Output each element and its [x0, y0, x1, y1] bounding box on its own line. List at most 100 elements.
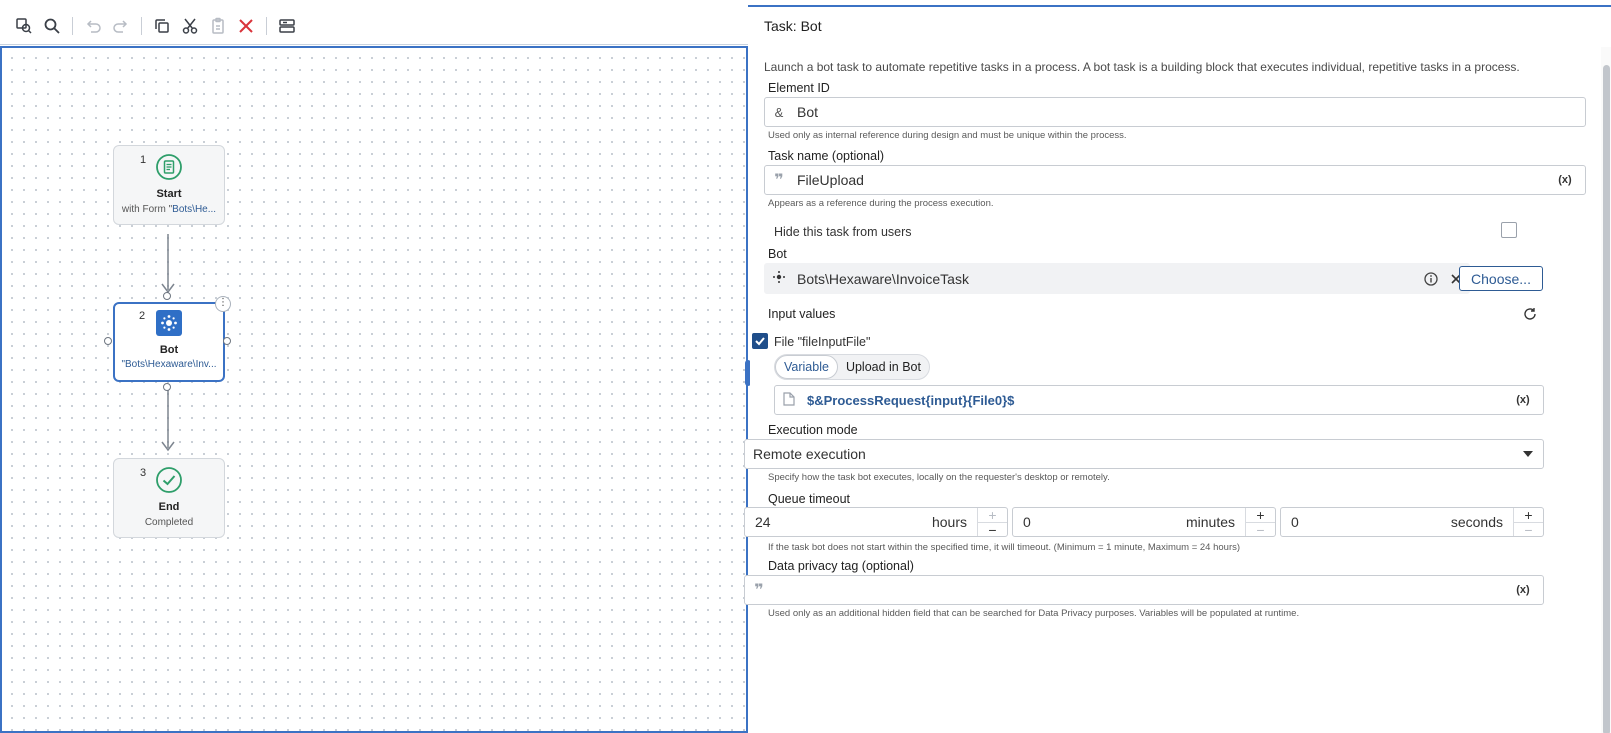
panel-description: Launch a bot task to automate repetitive…	[764, 60, 1520, 74]
bot-label: Bot	[768, 247, 787, 261]
undo-icon	[86, 19, 101, 33]
element-id-value: Bot	[797, 104, 819, 120]
file-input-checkbox[interactable]	[752, 333, 768, 349]
seconds-increment-button[interactable]: +	[1514, 508, 1543, 522]
hours-stepper[interactable]: 24 hours + −	[744, 507, 1008, 537]
file-variable-input[interactable]: $&ProcessRequest{input}{File0}$ (x)	[774, 385, 1544, 415]
toolbar-separator	[72, 16, 73, 35]
file-input-label: File "fileInputFile"	[774, 335, 871, 349]
info-icon[interactable]	[1419, 271, 1443, 286]
privacy-tag-label: Data privacy tag (optional)	[768, 559, 914, 573]
toolbar-separator	[141, 16, 142, 35]
minutes-increment-button[interactable]: +	[1246, 508, 1275, 522]
bot-icon	[765, 270, 793, 287]
bot-icon	[156, 310, 182, 336]
checkmark-icon	[755, 337, 765, 346]
node-title: End	[158, 501, 180, 513]
hours-increment-button[interactable]: +	[978, 508, 1007, 522]
task-name-helper: Appears as a reference during the proces…	[768, 198, 994, 209]
hide-task-label: Hide this task from users	[774, 225, 912, 239]
node-subtitle: Completed	[144, 517, 194, 528]
element-id-helper: Used only as internal reference during d…	[768, 130, 1127, 141]
insert-variable-button[interactable]: (x)	[1503, 394, 1543, 406]
file-variable-value: $&ProcessRequest{input}{File0}$	[807, 392, 1015, 408]
seconds-stepper[interactable]: 0 seconds + −	[1280, 507, 1544, 537]
element-id-label: Element ID	[768, 81, 830, 95]
zoom-fit-icon	[16, 17, 32, 34]
choose-bot-button[interactable]: Choose...	[1459, 266, 1543, 291]
seconds-value: 0	[1291, 514, 1299, 530]
check-circle-icon	[156, 467, 182, 493]
paste-button[interactable]	[206, 14, 230, 38]
seconds-step-buttons: + −	[1513, 508, 1543, 537]
insert-variable-button[interactable]: (x)	[1545, 174, 1585, 186]
delete-button[interactable]	[234, 14, 258, 38]
file-icon	[775, 391, 803, 409]
execution-mode-select[interactable]: Remote execution	[744, 439, 1544, 469]
flow-designer-pane: 1 Start with Form "Bots\He... 2 Bot "Bot…	[0, 0, 751, 733]
seconds-unit: seconds	[1450, 514, 1503, 530]
layout-button[interactable]	[275, 14, 299, 38]
execution-mode-label: Execution mode	[768, 423, 858, 437]
insert-variable-button[interactable]: (x)	[1503, 584, 1543, 596]
paste-icon	[212, 17, 224, 34]
redo-button[interactable]	[109, 14, 133, 38]
task-name-value: FileUpload	[797, 172, 864, 188]
layout-icon	[279, 18, 295, 33]
toolbar-separator	[266, 16, 267, 35]
flow-canvas[interactable]: 1 Start with Form "Bots\He... 2 Bot "Bot…	[0, 46, 748, 733]
privacy-tag-input[interactable]: ❞ (x)	[744, 575, 1544, 605]
minutes-step-buttons: + −	[1245, 508, 1275, 537]
connector-port-right[interactable]	[223, 337, 231, 345]
zoom-fit-button[interactable]	[12, 14, 36, 38]
hours-decrement-button[interactable]: −	[978, 522, 1007, 537]
minutes-stepper[interactable]: 0 minutes + −	[1012, 507, 1276, 537]
input-values-label: Input values	[768, 307, 836, 321]
chevron-down-icon	[1523, 451, 1533, 457]
search-button[interactable]	[40, 14, 64, 38]
queue-timeout-helper: If the task bot does not start within th…	[768, 542, 1241, 553]
undo-button[interactable]	[81, 14, 105, 38]
copy-icon	[155, 18, 169, 33]
bot-path-value: Bots\Hexaware\InvoiceTask	[797, 270, 969, 287]
tab-upload-in-bot[interactable]: Upload in Bot	[838, 355, 929, 379]
node-number: 3	[140, 467, 147, 479]
flow-node-bot[interactable]: 2 Bot "Bots\Hexaware\Inv... ⋮	[113, 296, 231, 382]
flow-node-end[interactable]: 3 End Completed	[113, 458, 225, 538]
connector-port[interactable]	[163, 292, 171, 300]
tab-variable[interactable]: Variable	[775, 355, 838, 379]
flow-node-start[interactable]: 1 Start with Form "Bots\He...	[113, 145, 225, 225]
node-number: 1	[140, 154, 147, 166]
quote-icon: ❞	[774, 172, 784, 189]
privacy-tag-helper: Used only as an additional hidden field …	[768, 608, 1300, 619]
refresh-icon[interactable]	[1523, 307, 1537, 326]
copy-button[interactable]	[150, 14, 174, 38]
panel-scroll-thumb[interactable]	[1603, 65, 1610, 733]
quote-icon: ❞	[754, 582, 764, 599]
connector-port-bottom[interactable]	[163, 383, 171, 391]
node-title: Bot	[159, 344, 179, 356]
search-icon	[44, 18, 60, 34]
seconds-decrement-button[interactable]: −	[1514, 522, 1543, 537]
node-number: 2	[139, 310, 146, 322]
redo-icon	[113, 19, 128, 33]
execution-mode-value: Remote execution	[753, 446, 866, 462]
hours-unit: hours	[931, 514, 967, 530]
properties-panel: Task: Bot Launch a bot task to automate …	[744, 7, 1611, 733]
designer-toolbar	[0, 7, 748, 45]
cut-icon	[182, 18, 198, 34]
cut-button[interactable]	[178, 14, 202, 38]
minutes-decrement-button[interactable]: −	[1246, 522, 1275, 537]
element-id-input[interactable]: & Bot	[764, 97, 1586, 127]
queue-timeout-label: Queue timeout	[768, 492, 850, 506]
bot-selector-field[interactable]: Bots\Hexaware\InvoiceTask	[764, 263, 1470, 294]
connector-port-left[interactable]	[104, 337, 112, 345]
node-more-menu-icon[interactable]: ⋮	[215, 296, 231, 312]
hours-step-buttons: + −	[977, 508, 1007, 537]
task-name-label: Task name (optional)	[768, 149, 885, 163]
panel-title: Task: Bot	[764, 18, 822, 34]
hide-task-checkbox[interactable]	[1501, 222, 1517, 238]
node-subtitle: "Bots\Hexaware\Inv...	[121, 359, 217, 370]
ampersand-icon: &	[774, 104, 784, 120]
task-name-input[interactable]: ❞ FileUpload (x)	[764, 165, 1586, 195]
